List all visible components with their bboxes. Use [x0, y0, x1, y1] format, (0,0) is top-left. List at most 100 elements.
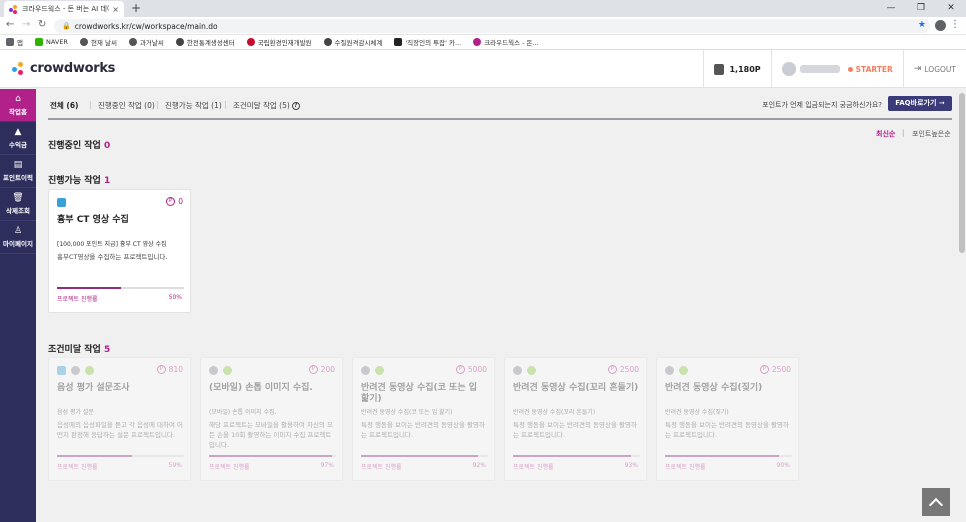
bookmark-label: 국립환경인재개발원 — [257, 39, 312, 47]
bookmark-label: 과거날씨 — [139, 39, 164, 47]
faq-button[interactable]: FAQ바로가기 ➞ — [888, 96, 952, 111]
minimize-button[interactable]: — — [876, 0, 906, 17]
progress-fill — [57, 287, 121, 289]
bookmark-item[interactable]: 과거날씨 — [128, 37, 164, 47]
home-icon: ⌂ — [15, 94, 21, 104]
bookmark-item[interactable]: 국립환경인재개발원 — [246, 37, 312, 47]
project-card[interactable]: P 5000 반려견 동영상 수집(코 또는 입 핥기) 반려견 동영상 수집(코 또… — [352, 357, 495, 481]
card-title: (모바일) 손톱 이미지 수집. — [209, 383, 313, 393]
username-blurred — [799, 65, 840, 73]
apps-icon — [6, 38, 14, 46]
back-icon[interactable]: ← — [6, 19, 14, 30]
platform-icons — [209, 366, 237, 375]
bookmark-item[interactable]: 현재 날씨 — [79, 37, 117, 47]
maximize-button[interactable]: ❐ — [906, 0, 936, 17]
card-title: 음성 평가 설문조사 — [57, 383, 130, 393]
monitor-icon — [57, 198, 66, 207]
card-description: 특정 행동을 보이는 반려견의 동영상을 촬영하는 프로젝트입니다. — [361, 421, 485, 439]
android-icon — [375, 366, 384, 375]
window-controls: — ❐ ✕ — [876, 0, 966, 17]
points-display[interactable]: 1,180P — [703, 50, 770, 88]
card-title: 반려견 동영상 수집(꼬리 흔들기) — [513, 383, 639, 393]
section-available-title: 진행가능 작업 1 — [48, 176, 111, 186]
forward-icon[interactable]: → — [22, 19, 30, 30]
crowdworks-logo[interactable]: crowdworks — [12, 61, 115, 76]
progress-fill — [513, 455, 632, 457]
sidebar-item[interactable]: 🗑 삭제조회 — [0, 188, 36, 221]
logo-dots-icon — [12, 61, 28, 76]
tab-in-progress[interactable]: 진행중인 작업 (0) — [98, 100, 155, 111]
naver-icon — [34, 38, 43, 46]
apple-icon — [665, 366, 674, 375]
avatar — [781, 62, 796, 76]
reload-icon[interactable]: ↻ — [38, 19, 46, 30]
progress-percent: 97% — [320, 462, 334, 469]
bookmark-item[interactable]: 크라우드웍스 - 돈... — [473, 37, 539, 47]
tab-available[interactable]: 진행가능 작업 (1) — [165, 100, 222, 111]
url-input[interactable]: 🔒 crowdworks.kr/cw/workspace/main.do — [54, 19, 930, 33]
points-value: 1,180P — [729, 64, 761, 74]
progress-bar — [513, 455, 640, 457]
bookmark-star-icon[interactable]: ★ — [918, 20, 926, 30]
sort-latest[interactable]: 최신순 — [876, 129, 895, 139]
page-scrollbar[interactable] — [958, 89, 966, 522]
sort-separator: | — [902, 129, 905, 137]
logout-button[interactable]: ⇥ LOGOUT — [902, 50, 966, 88]
bookmark-label: 크라우드웍스 - 돈... — [484, 39, 539, 47]
browser-menu-icon[interactable]: ⋮ — [950, 19, 960, 30]
card-point: P 200 — [308, 365, 335, 374]
card-subtitle: [100,000 포인트 지급] 흉부 CT 영상 수집 — [57, 241, 167, 248]
weather-icon — [79, 38, 88, 46]
tab-close-icon[interactable]: × — [112, 5, 119, 14]
new-tab-button[interactable]: + — [131, 1, 141, 15]
logout-icon: ⇥ — [913, 64, 922, 74]
progress-label: 프로젝트 진행률 — [361, 464, 402, 471]
bookmark-label: NAVER — [45, 38, 68, 46]
close-window-button[interactable]: ✕ — [936, 0, 966, 17]
progress-bar — [209, 455, 336, 457]
progress-fill — [665, 455, 780, 457]
user-icon: ♙ — [13, 226, 23, 236]
sidebar-item-label: 수익금 — [9, 141, 27, 149]
project-card[interactable]: P 2500 반려견 동영상 수집(꼬리 흔들기) 반려견 동영상 수집(꼬리 흔들기… — [504, 357, 647, 481]
apple-icon — [209, 366, 218, 375]
sort-by-points[interactable]: 포인트높은순 — [912, 129, 951, 139]
card-subtitle: 반려견 동영상 수집(꼬리 흔들기) — [513, 409, 596, 416]
bookmark-item[interactable]: 수질원격감시체계 — [323, 37, 382, 47]
sidebar-item[interactable]: ▲ 수익금 — [0, 122, 36, 155]
sidebar-item[interactable]: ▤ 포인트이력 — [0, 155, 36, 188]
bookmark-item[interactable]: NAVER — [34, 38, 68, 46]
point-p-icon: P — [455, 365, 465, 374]
point-p-icon: P — [607, 365, 617, 374]
project-card[interactable]: P 200 (모바일) 손톱 이미지 수집. (모바일) 손톱 이미지 수집. 해당 프… — [200, 357, 343, 481]
sidebar-item[interactable]: ♙ 마이페이지 — [0, 221, 36, 254]
card-description: 음성에의 음성파일을 듣고 각 음성에 대하여 어떤지 판정해 응답하는 설문 … — [57, 421, 184, 439]
bookmark-item[interactable]: 한전통계생성센터 — [175, 37, 235, 47]
browser-tab[interactable]: 크라우드웍스 - 돈 버는 AI 데이터 × — [4, 1, 124, 17]
help-icon[interactable]: ? — [291, 102, 300, 110]
bookmark-item[interactable]: 앱 — [6, 37, 23, 47]
point-value: 810 — [168, 365, 183, 374]
sidebar-item-label: 포인트이력 — [3, 174, 33, 182]
scroll-to-top-button[interactable] — [922, 488, 950, 516]
bookmark-item[interactable]: '직장인의 투잡' 카... — [394, 37, 461, 47]
progress-percent: 59% — [168, 462, 182, 469]
section-unmet-title: 조건미달 작업 5 — [48, 345, 111, 355]
sidebar-item[interactable]: ⌂ 작업홈 — [0, 89, 36, 122]
tab-all[interactable]: 전체 (6) — [50, 100, 79, 111]
project-card[interactable]: P 0 흉부 CT 영상 수집 [100,000 포인트 지급] 흉부 CT 영상 수… — [48, 189, 191, 313]
money-icon: ▲ — [14, 127, 22, 137]
point-p-icon: P — [759, 365, 769, 374]
bookmark-label: 현재 날씨 — [90, 39, 117, 47]
card-point: P0 — [166, 197, 183, 206]
user-info[interactable]: STARTER — [770, 50, 903, 88]
project-card[interactable]: P 810 음성 평가 설문조사 음성 평가 설문 음성에의 음성파일을 듣고 각 음성… — [48, 357, 191, 481]
card-subtitle: 반려견 동영상 수집(코 또는 입 핥기) — [361, 409, 453, 416]
card-point: P 810 — [156, 365, 183, 374]
progress-label: 프로젝트 진행률 — [513, 464, 554, 471]
profile-avatar-icon[interactable] — [935, 20, 946, 31]
scroll-thumb[interactable] — [959, 93, 965, 253]
bookmark-label: 앱 — [17, 39, 23, 47]
tab-unmet[interactable]: 조건미달 작업 (5)? — [233, 100, 300, 111]
project-card[interactable]: P 2500 반려견 동영상 수집(짖기) 반려견 동영상 수집(짖기) 특정 행동을 … — [656, 357, 799, 481]
